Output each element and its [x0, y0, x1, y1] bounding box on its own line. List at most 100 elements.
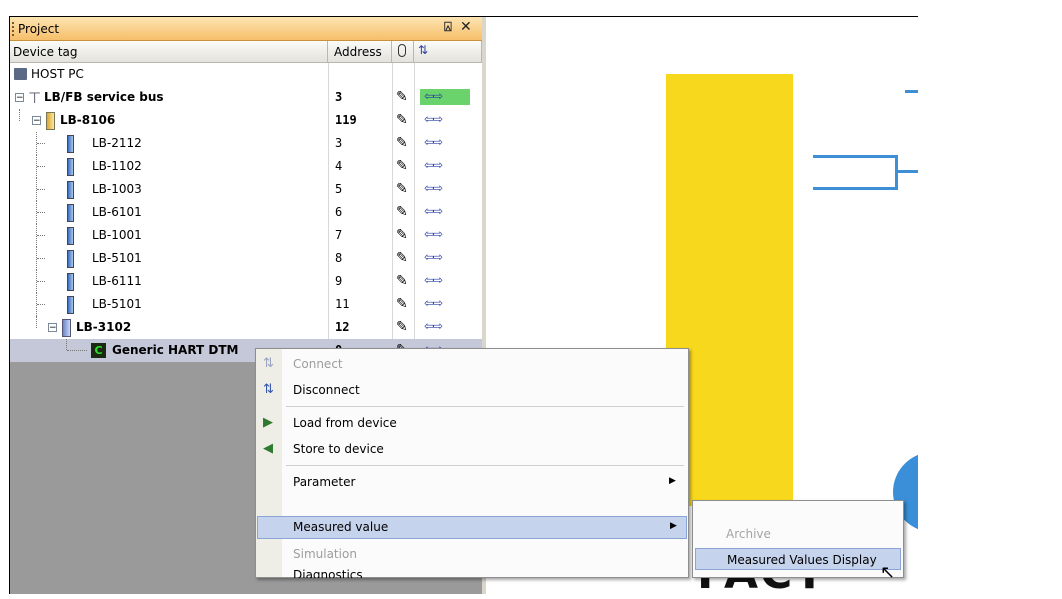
menu-item-simulation[interactable]: Simulation — [257, 543, 687, 566]
menu-item-parameter[interactable]: Parameter ▶ — [257, 471, 687, 494]
column-divider — [392, 109, 393, 132]
tree-row-device[interactable]: LB-6101 6 ✎ ⇦⇨ — [10, 201, 482, 224]
tree-row-service-bus[interactable]: − ⊤ LB/FB service bus 3 ✎ ⇦⇨ — [10, 86, 482, 109]
measured-value-submenu: Archive Measured Values Display — [692, 500, 904, 578]
collapse-toggle[interactable]: − — [32, 116, 41, 126]
submenu-item-label: Archive — [726, 527, 771, 541]
column-header-edit[interactable] — [392, 41, 414, 63]
connection-icon: ⇦⇨ — [424, 227, 443, 241]
edit-pencil-icon[interactable]: ✎ — [396, 250, 408, 266]
edit-pencil-icon[interactable]: ✎ — [396, 112, 408, 128]
device-address: 8 — [335, 251, 343, 265]
device-icon — [67, 135, 74, 153]
column-divider — [392, 270, 393, 293]
menu-item-diagnostics[interactable]: Diagnostics — [257, 569, 687, 578]
edit-pencil-icon[interactable]: ✎ — [396, 273, 408, 289]
column-divider — [328, 316, 329, 339]
menu-separator — [286, 465, 684, 466]
blue-line — [905, 90, 919, 93]
menu-item-load-from-device[interactable]: ▶ Load from device — [257, 412, 687, 435]
connection-icon: ⇦⇨ — [424, 296, 443, 310]
panel-title: Project — [18, 22, 60, 36]
page-margin — [918, 0, 1062, 595]
device-address: 12 — [335, 320, 350, 334]
close-icon[interactable]: ✕ — [460, 19, 472, 35]
column-divider — [414, 316, 415, 339]
device-tag: LB-3102 — [76, 320, 132, 334]
connection-icon: ⇦⇨ — [424, 181, 443, 195]
tree-row-device[interactable]: LB-2112 3 ✎ ⇦⇨ — [10, 132, 482, 155]
tree-row-device[interactable]: LB-5101 11 ✎ ⇦⇨ — [10, 293, 482, 316]
menu-item-label: Load from device — [293, 416, 397, 430]
tree-line — [37, 166, 45, 167]
device-address: 6 — [335, 205, 343, 219]
connection-status: ⇦⇨ — [420, 273, 470, 289]
column-divider — [328, 63, 329, 86]
menu-separator — [286, 406, 684, 407]
device-address: 7 — [335, 228, 343, 242]
collapse-toggle[interactable]: − — [48, 323, 57, 333]
pin-icon[interactable]: ⍓ — [444, 20, 452, 35]
device-tag: LB-1001 — [92, 228, 142, 242]
column-divider — [392, 293, 393, 316]
connection-status: ⇦⇨ — [420, 296, 470, 312]
column-divider — [414, 155, 415, 178]
edit-pencil-icon[interactable]: ✎ — [396, 158, 408, 174]
column-divider — [414, 201, 415, 224]
column-divider — [328, 247, 329, 270]
edit-pencil-icon[interactable]: ✎ — [396, 204, 408, 220]
edit-pencil-icon[interactable]: ✎ — [396, 181, 408, 197]
column-divider — [328, 132, 329, 155]
bus-icon: ⊤ — [28, 89, 42, 107]
panel-title-bar: Project ⍓ ✕ — [10, 17, 482, 41]
menu-item-measured-value[interactable]: Measured value ▶ — [257, 516, 687, 539]
column-header-address[interactable]: Address — [328, 41, 392, 63]
menu-item-store-to-device[interactable]: ◀ Store to device — [257, 438, 687, 461]
blue-line — [813, 155, 897, 158]
column-header-device-tag[interactable]: Device tag — [10, 41, 328, 63]
panel-grip[interactable] — [12, 22, 16, 36]
device-tag: LB-8106 — [60, 113, 116, 127]
menu-item-connect[interactable]: ⇅ Connect — [257, 353, 687, 376]
tree-line — [37, 281, 45, 282]
column-divider — [414, 247, 415, 270]
menu-item-disconnect[interactable]: ⇅ Disconnect — [257, 379, 687, 402]
submenu-arrow-icon: ▶ — [669, 476, 676, 486]
menu-item-label: Simulation — [293, 547, 357, 561]
collapse-toggle[interactable]: − — [15, 93, 24, 103]
device-icon — [67, 227, 74, 245]
edit-pencil-icon[interactable]: ✎ — [396, 89, 408, 105]
connection-icon: ⇦⇨ — [424, 112, 443, 126]
submenu-item-label: Measured Values Display — [727, 553, 877, 567]
column-divider — [392, 316, 393, 339]
submenu-item-archive[interactable]: Archive — [695, 523, 901, 545]
column-header-label: Address — [334, 45, 382, 59]
device-tag: LB-5101 — [92, 297, 142, 311]
menu-item-label: Connect — [293, 357, 343, 371]
column-divider — [392, 201, 393, 224]
blue-line — [897, 170, 919, 173]
connect-icon: ⇅ — [263, 356, 274, 371]
submenu-item-measured-values-display[interactable]: Measured Values Display — [695, 548, 901, 570]
column-divider — [414, 224, 415, 247]
tree-row-device[interactable]: LB-6111 9 ✎ ⇦⇨ — [10, 270, 482, 293]
tree-line — [37, 143, 45, 144]
tree-row-host-pc[interactable]: HOST PC — [10, 63, 482, 86]
tree-row-device[interactable]: LB-1001 7 ✎ ⇦⇨ — [10, 224, 482, 247]
edit-pencil-icon[interactable]: ✎ — [396, 227, 408, 243]
column-divider — [328, 86, 329, 109]
edit-pencil-icon[interactable]: ✎ — [396, 135, 408, 151]
edit-pencil-icon[interactable]: ✎ — [396, 319, 408, 335]
tree-row-device[interactable]: LB-1102 4 ✎ ⇦⇨ — [10, 155, 482, 178]
tree-line — [37, 212, 45, 213]
tree-row-device[interactable]: LB-5101 8 ✎ ⇦⇨ — [10, 247, 482, 270]
tree-line — [37, 258, 45, 259]
edit-pencil-icon[interactable]: ✎ — [396, 296, 408, 312]
tree-row-gateway[interactable]: − LB-8106 119 ✎ ⇦⇨ — [10, 109, 482, 132]
device-icon — [67, 158, 74, 176]
tree-row-gateway[interactable]: − LB-3102 12 ✎ ⇦⇨ — [10, 316, 482, 339]
column-header-connection[interactable]: ⇅ — [414, 41, 482, 63]
store-to-device-icon: ◀ — [263, 441, 273, 456]
menu-item-label: Measured value — [293, 520, 389, 534]
tree-row-device[interactable]: LB-1003 5 ✎ ⇦⇨ — [10, 178, 482, 201]
